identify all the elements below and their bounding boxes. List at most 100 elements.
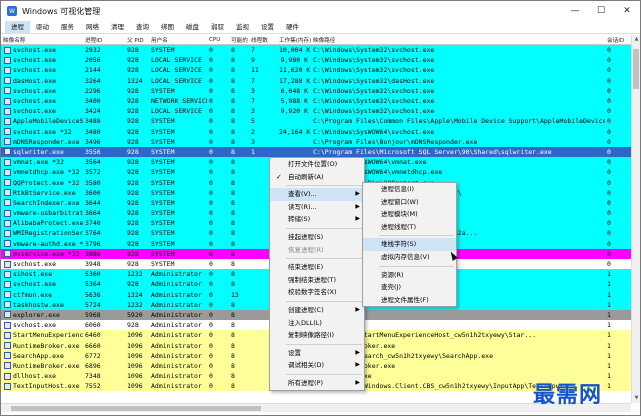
column-header-7[interactable]: 工作集(内存)	[277, 36, 311, 44]
process-icon	[4, 301, 11, 309]
menu-0[interactable]: 进程	[5, 21, 30, 33]
context_menu-item-1[interactable]: 自动刷新(A) ✓	[270, 171, 364, 184]
context_menu-item-4[interactable]: 读写(R)... ▶	[270, 201, 364, 214]
menu-3[interactable]: 网络	[80, 21, 105, 33]
menu-5[interactable]: 查询	[130, 21, 155, 33]
cell-mem: 9,920 K	[280, 107, 308, 116]
process-name: ctfmon.exe	[13, 290, 53, 299]
column-header-2[interactable]: 父 PID	[125, 36, 149, 44]
cell-ppid: 928	[127, 127, 139, 136]
submenu-item-9[interactable]: 查壳(J)	[363, 281, 456, 294]
menu-4[interactable]: 清理	[105, 21, 130, 33]
cell-path: C:\Windows\System32\svchost.exe	[313, 107, 435, 116]
submenu-item-2[interactable]: 进程模块(M)	[363, 208, 456, 221]
menu-2[interactable]: 服务	[55, 21, 80, 33]
process-name: RtkBtService.exe	[13, 188, 76, 197]
cell-sess: 1	[607, 280, 611, 289]
submenu-item-5[interactable]: 堆栈字符(S)	[363, 238, 456, 251]
process-icon	[4, 372, 11, 380]
context_menu-item-12[interactable]: 校验数字签名(X)	[270, 286, 364, 299]
column-header-9[interactable]: 会话ID	[605, 36, 631, 44]
table-row[interactable]: dasHost.exe 3264 1324 LOCAL SERVICE 0 8 7 17,28…	[1, 75, 631, 86]
cell-pid: 3880	[85, 249, 101, 258]
title-bar[interactable]: W Windows 可视化管理 — ☐ ✕	[1, 1, 640, 21]
process-icon	[4, 199, 11, 207]
cell-user: Administrator	[151, 321, 202, 330]
context_menu-item-18[interactable]: 设置 ▶	[270, 347, 364, 360]
context_menu-item-0[interactable]: 打开文件位置(O)	[270, 158, 364, 171]
cell-sess: 0	[607, 249, 611, 258]
context_menu-item-5[interactable]: 转储(S) ▶	[270, 213, 364, 226]
column-header-6[interactable]: 线程数	[249, 36, 277, 44]
process-icon	[4, 219, 11, 227]
submenu-arrow-icon: ▶	[355, 378, 360, 386]
submenu-arrow-icon: ▶	[355, 215, 360, 223]
vertical-scroll-thumb[interactable]	[633, 49, 639, 89]
cell-user: NETWORK SERVICE	[151, 97, 207, 106]
menu-9[interactable]: 监视	[230, 21, 255, 33]
scroll-down-icon[interactable]: ▼	[632, 394, 641, 403]
process-name-cell: taskhostw.exe	[1, 301, 83, 309]
column-header-3[interactable]: 用户名	[149, 36, 207, 44]
context_menu-item-21[interactable]: 所有进程(P) ▶	[270, 377, 364, 390]
context_menu-item-7[interactable]: 挂起进程(S)	[270, 231, 364, 244]
table-row[interactable]: svchost.exe 3424 928 LOCAL SERVICE 0 8 3 9,920 …	[1, 106, 631, 117]
cell-cpu: 0	[209, 239, 213, 248]
submenu-item-0[interactable]: 进程信息(I)	[363, 183, 456, 196]
column-header-5[interactable]: 可能的	[229, 36, 249, 44]
process-name: svchost.exe	[13, 321, 57, 330]
cell-thr: 7	[251, 76, 255, 85]
menu-10[interactable]: 设置	[255, 21, 280, 33]
context_menu-item-3[interactable]: 查看(V)... ▶	[270, 188, 364, 201]
table-row[interactable]: svchost.exe 3400 928 NETWORK SERVICE 0 8 7 5,98…	[1, 95, 631, 107]
menu-separator	[379, 265, 454, 267]
process-name: svchost.exe	[13, 56, 57, 65]
submenu-item-10[interactable]: 进程文件属性(F)	[363, 294, 456, 307]
menu-11[interactable]: 硬件	[280, 21, 305, 33]
menu-1[interactable]: 驱动	[30, 21, 55, 33]
table-row[interactable]: svchost.exe 2296 928 SYSTEM 0 8 3 6,048 K C:\Win…	[1, 85, 631, 96]
table-row[interactable]: AppleMobileDeviceS...3488 928 SYSTEM 0 8 5 C:\…	[1, 116, 631, 127]
cell-pid: 3664	[85, 209, 101, 218]
process-icon	[4, 107, 11, 115]
table-row[interactable]: sqlwriter.exe 3556 928 SYSTEM 0 8 1 C:\Program …	[1, 146, 631, 158]
column-header-0[interactable]: 映像名称	[1, 36, 83, 44]
minimize-button[interactable]: —	[562, 1, 588, 21]
submenu-item-3[interactable]: 进程线程(T)	[363, 221, 456, 234]
table-row[interactable]: mDNSResponder.exe 3496 928 SYSTEM 0 8 3 C:\Prog…	[1, 136, 631, 147]
cell-ppid: 928	[127, 117, 139, 126]
cell-sess: 1	[607, 341, 611, 350]
column-header-8[interactable]: 映像路径	[311, 36, 605, 44]
menu-8[interactable]: 弱驭	[205, 21, 230, 33]
table-row[interactable]: svchost.exe 2144 928 LOCAL SERVICE 0 8 11 11,62…	[1, 65, 631, 76]
menu-6[interactable]: 绑图	[155, 21, 180, 33]
submenu-item-6[interactable]: 虚拟内存信息(V)	[363, 251, 456, 264]
cell-sess: 1	[607, 270, 611, 279]
close-button[interactable]: ✕	[614, 1, 640, 21]
column-header-1[interactable]: 进程ID	[83, 36, 125, 44]
cell-pid: 2144	[85, 66, 101, 75]
scroll-up-icon[interactable]: ▲	[632, 35, 641, 44]
cell-sess: 0	[607, 168, 611, 177]
table-row[interactable]: svchost.exe 2056 928 LOCAL SERVICE 0 8 9 9,980 …	[1, 55, 631, 66]
submenu-item-1[interactable]: 进程窗口(W)	[363, 196, 456, 209]
submenu-item-8[interactable]: 资源(R)	[363, 269, 456, 282]
context_menu-item-15[interactable]: 注入DLL(L)	[270, 317, 364, 330]
column-header-4[interactable]: CPU	[207, 37, 229, 43]
table-row[interactable]: svchost.exe *32 3480 928 SYSTEM 0 8 2 24,164 KC…	[1, 126, 631, 137]
process-icon	[4, 168, 11, 176]
context_menu-item-11[interactable]: 强制结束进程(T)	[270, 274, 364, 287]
menu-7[interactable]: 磁盘	[180, 21, 205, 33]
process-name-cell: dasHost.exe	[1, 77, 83, 85]
context_menu-item-8[interactable]: 恢复进程(R)	[270, 244, 364, 257]
horizontal-scroll-thumb[interactable]	[11, 406, 261, 411]
context_menu-item-10[interactable]: 结束进程(E)	[270, 261, 364, 274]
cell-user: SYSTEM	[151, 137, 175, 146]
context_menu-item-16[interactable]: 复制映像路径(I)	[270, 329, 364, 342]
maximize-button[interactable]: ☐	[588, 1, 614, 21]
context_menu-item-14[interactable]: 创建进程(C) ▶	[270, 304, 364, 317]
vertical-scrollbar[interactable]: ▲ ▼	[631, 35, 640, 403]
table-row[interactable]: svchost.exe 2932 928 SYSTEM 0 8 7 10,004 K C:\Wi…	[1, 45, 631, 56]
cell-cpu: 0	[209, 137, 213, 146]
context_menu-item-19[interactable]: 调试相关(D) ▶	[270, 359, 364, 372]
